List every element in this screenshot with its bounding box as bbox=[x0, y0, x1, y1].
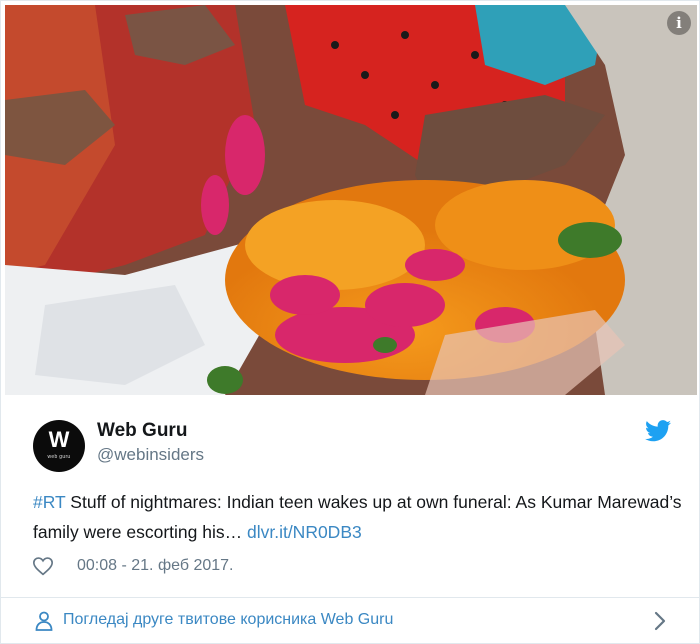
avatar[interactable]: W web guru bbox=[33, 420, 85, 472]
chevron-right-icon[interactable] bbox=[653, 610, 667, 632]
tweet-body: W web guru Web Guru @webinsiders #RT Stu… bbox=[1, 396, 699, 596]
tweet-url-link[interactable]: dlvr.it/NR0DB3 bbox=[247, 522, 362, 542]
twitter-bird-icon[interactable] bbox=[645, 420, 671, 442]
hashtag-link[interactable]: #RT bbox=[33, 492, 65, 512]
tweet-meta: 00:08 - 21. феб 2017. bbox=[33, 554, 233, 578]
tweet-text: #RT Stuff of nightmares: Indian teen wak… bbox=[33, 487, 683, 547]
person-icon bbox=[35, 611, 53, 631]
embedded-tweet-card: i W web guru Web Guru @webinsiders #RT S… bbox=[0, 0, 700, 644]
tweet-timestamp[interactable]: 00:08 - 21. феб 2017. bbox=[77, 557, 233, 575]
author-name[interactable]: Web Guru bbox=[97, 420, 187, 442]
avatar-subtext: web guru bbox=[47, 454, 71, 460]
avatar-letter: W bbox=[48, 427, 70, 452]
more-tweets-footer[interactable]: Погледај друге твитове корисника Web Gur… bbox=[1, 597, 699, 644]
funeral-flowers-image bbox=[5, 5, 697, 395]
info-icon[interactable]: i bbox=[667, 11, 691, 35]
more-tweets-link[interactable]: Погледај друге твитове корисника Web Gur… bbox=[63, 611, 393, 629]
heart-icon[interactable] bbox=[33, 556, 53, 576]
tweet-photo[interactable]: i bbox=[5, 5, 697, 395]
author-handle[interactable]: @webinsiders bbox=[97, 445, 204, 465]
